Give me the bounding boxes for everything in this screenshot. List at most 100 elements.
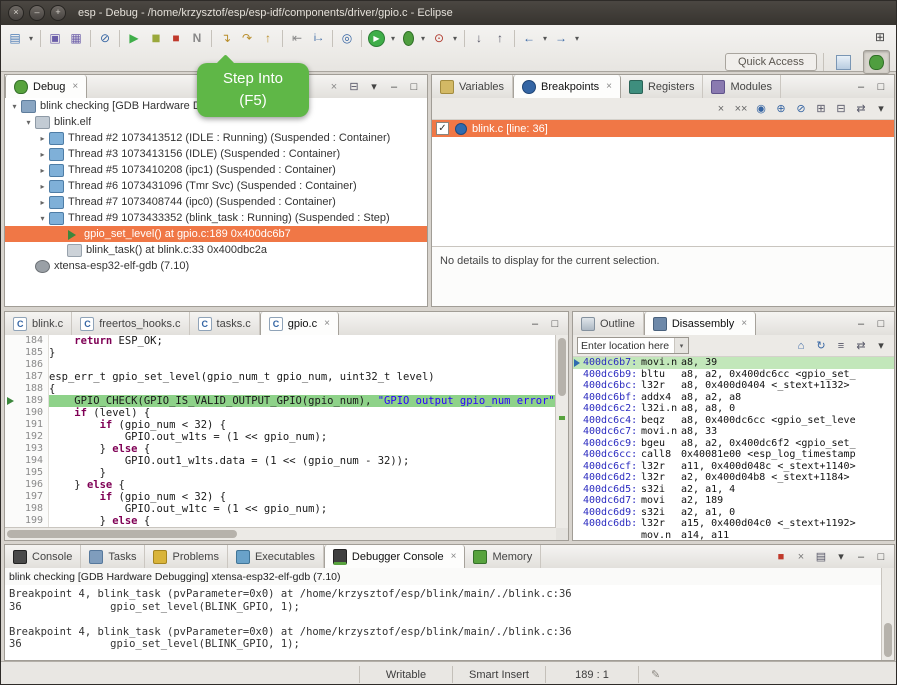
window-minimize-button[interactable]: –	[29, 5, 45, 21]
link-with-debug-view-button[interactable]: ⇄	[852, 101, 870, 117]
show-source-button[interactable]: ≡	[832, 338, 850, 354]
view-tab[interactable]: Outline	[573, 312, 644, 335]
view-tab[interactable]: Variables	[432, 75, 513, 98]
tab-close-icon[interactable]	[741, 318, 747, 329]
location-combo[interactable]: Enter location here	[577, 337, 689, 354]
remove-launch-button[interactable]: ×	[792, 549, 810, 565]
scrollbar-thumb[interactable]	[558, 338, 566, 396]
perspective-debug-button[interactable]	[863, 50, 890, 74]
debug-tree-row[interactable]: ▸ Thread #3 1073413156 (IDLE) (Suspended…	[5, 146, 427, 162]
maximize-view-button[interactable]: □	[872, 549, 890, 565]
drop-to-frame-button[interactable]: ⇤	[287, 28, 307, 48]
breakpoints-list[interactable]: blink.c [line: 36]	[432, 120, 894, 246]
step-over-button[interactable]: ↷	[237, 28, 257, 48]
debug-tree-row[interactable]: ▾ Thread #9 1073433352 (blink_task : Run…	[5, 210, 427, 226]
remove-selected-breakpoints-button[interactable]: ×	[712, 101, 730, 117]
display-selected-console-button[interactable]: ▤	[812, 549, 830, 565]
editor-text-area[interactable]: 184 return ESP_OK; 185 } 186	[5, 335, 556, 528]
open-perspective-button[interactable]: ⊞	[870, 27, 890, 47]
instruction-stepping-button[interactable]: i→	[308, 28, 328, 48]
debug-tree-row[interactable]: xtensa-esp32-elf-gdb (7.10)	[5, 258, 427, 274]
view-tab[interactable]: Problems	[145, 545, 227, 568]
new-wizard-button[interactable]: ▤	[5, 28, 25, 48]
maximize-view-button[interactable]: □	[872, 316, 890, 332]
tab-close-icon[interactable]	[324, 318, 330, 329]
skip-all-breakpoints-button[interactable]: ⊘	[792, 101, 810, 117]
remove-all-breakpoints-button[interactable]: ××	[732, 101, 750, 117]
maximize-view-button[interactable]: □	[546, 316, 564, 332]
skip-all-breakpoints-button[interactable]: ⊘	[95, 28, 115, 48]
step-into-button[interactable]: ↴	[216, 28, 236, 48]
editor-horizontal-scrollbar[interactable]	[5, 527, 556, 540]
editor-tab[interactable]: freertos_hooks.c	[72, 312, 189, 335]
editor-tab[interactable]: blink.c	[5, 312, 72, 335]
save-button[interactable]: ▣	[45, 28, 65, 48]
go-to-file-for-breakpoint-button[interactable]: ⊕	[772, 101, 790, 117]
view-menu-icon[interactable]: ▾	[365, 79, 383, 95]
maximize-view-button[interactable]: □	[872, 79, 890, 95]
search-button[interactable]: ◎	[337, 28, 357, 48]
collapse-all-button[interactable]: ⊟	[345, 79, 363, 95]
scrollbar-thumb[interactable]	[884, 623, 892, 657]
tab-close-icon[interactable]	[451, 551, 457, 562]
forward-menu-icon[interactable]: ▾	[572, 28, 582, 48]
remove-all-terminated-button[interactable]: ×	[325, 79, 343, 95]
view-tab[interactable]: Memory	[465, 545, 541, 568]
back-button[interactable]: ←	[519, 28, 539, 48]
new-wizard-menu-icon[interactable]: ▾	[26, 28, 36, 48]
view-tab[interactable]: Tasks	[81, 545, 145, 568]
show-breakpoints-for-selection-button[interactable]: ◉	[752, 101, 770, 117]
debug-tree-row[interactable]: ▸ Thread #7 1073408744 (ipc0) (Suspended…	[5, 194, 427, 210]
editor-tab[interactable]: gpio.c	[260, 312, 339, 335]
view-tab[interactable]: Disassembly	[644, 312, 756, 335]
scrollbar-thumb[interactable]	[7, 530, 237, 538]
console-vertical-scrollbar[interactable]	[881, 568, 894, 660]
expand-arrow-icon[interactable]: ▸	[37, 198, 48, 207]
console-output[interactable]: blink checking [GDB Hardware Debugging] …	[5, 568, 882, 660]
quick-access-button[interactable]: Quick Access	[725, 53, 817, 71]
breakpoint-checkbox[interactable]	[436, 122, 449, 135]
terminate-button[interactable]: ■	[166, 28, 186, 48]
editor-tab[interactable]: tasks.c	[190, 312, 260, 335]
view-menu-icon[interactable]: ▾	[872, 338, 890, 354]
window-close-button[interactable]: ×	[8, 5, 24, 21]
minimize-view-button[interactable]: –	[385, 79, 403, 95]
editor-vertical-scrollbar[interactable]	[555, 335, 568, 528]
view-menu-icon[interactable]: ▾	[872, 101, 890, 117]
window-maximize-button[interactable]: +	[50, 5, 66, 21]
minimize-view-button[interactable]: –	[852, 316, 870, 332]
view-tab[interactable]: Modules	[703, 75, 781, 98]
breakpoint-row[interactable]: blink.c [line: 36]	[432, 120, 894, 137]
expand-arrow-icon[interactable]: ▾	[23, 118, 34, 127]
perspective-cpp-button[interactable]	[830, 50, 857, 74]
run-button[interactable]: ▶	[368, 30, 385, 47]
previous-annotation-button[interactable]: ↑	[490, 28, 510, 48]
tab-debug[interactable]: Debug	[5, 75, 87, 98]
expand-arrow-icon[interactable]: ▸	[37, 134, 48, 143]
expand-arrow-icon[interactable]: ▾	[9, 102, 20, 111]
combo-dropdown-icon[interactable]	[674, 338, 688, 353]
view-tab[interactable]: Console	[5, 545, 81, 568]
refresh-button[interactable]: ↻	[812, 338, 830, 354]
debug-launch-tree[interactable]: ▾ blink checking [GDB Hardware Debugging…	[5, 98, 427, 306]
resume-button[interactable]: ▶	[124, 28, 144, 48]
disconnect-button[interactable]: N	[187, 28, 207, 48]
tab-close-icon[interactable]	[606, 81, 612, 92]
expand-arrow-icon[interactable]: ▸	[37, 166, 48, 175]
view-tab[interactable]: Breakpoints	[513, 75, 621, 98]
debug-tree-row[interactable]: blink_task() at blink.c:33 0x400dbc2a	[5, 242, 427, 258]
expand-arrow-icon[interactable]: ▸	[37, 182, 48, 191]
tab-close-icon[interactable]	[72, 81, 78, 92]
view-tab[interactable]: Debugger Console	[324, 545, 466, 568]
view-tab[interactable]: Executables	[228, 545, 324, 568]
debug-tree-row[interactable]: ▸ Thread #6 1073431096 (Tmr Svc) (Suspen…	[5, 178, 427, 194]
forward-button[interactable]: →	[551, 28, 571, 48]
expand-arrow-icon[interactable]: ▸	[37, 150, 48, 159]
home-button[interactable]: ⌂	[792, 338, 810, 354]
terminate-console-button[interactable]: ■	[772, 549, 790, 565]
minimize-view-button[interactable]: –	[852, 79, 870, 95]
save-all-button[interactable]: ▦	[66, 28, 86, 48]
debug-tree-row[interactable]: ▸ Thread #2 1073413512 (IDLE : Running) …	[5, 130, 427, 146]
next-annotation-button[interactable]: ↓	[469, 28, 489, 48]
debug-button[interactable]	[399, 28, 417, 48]
